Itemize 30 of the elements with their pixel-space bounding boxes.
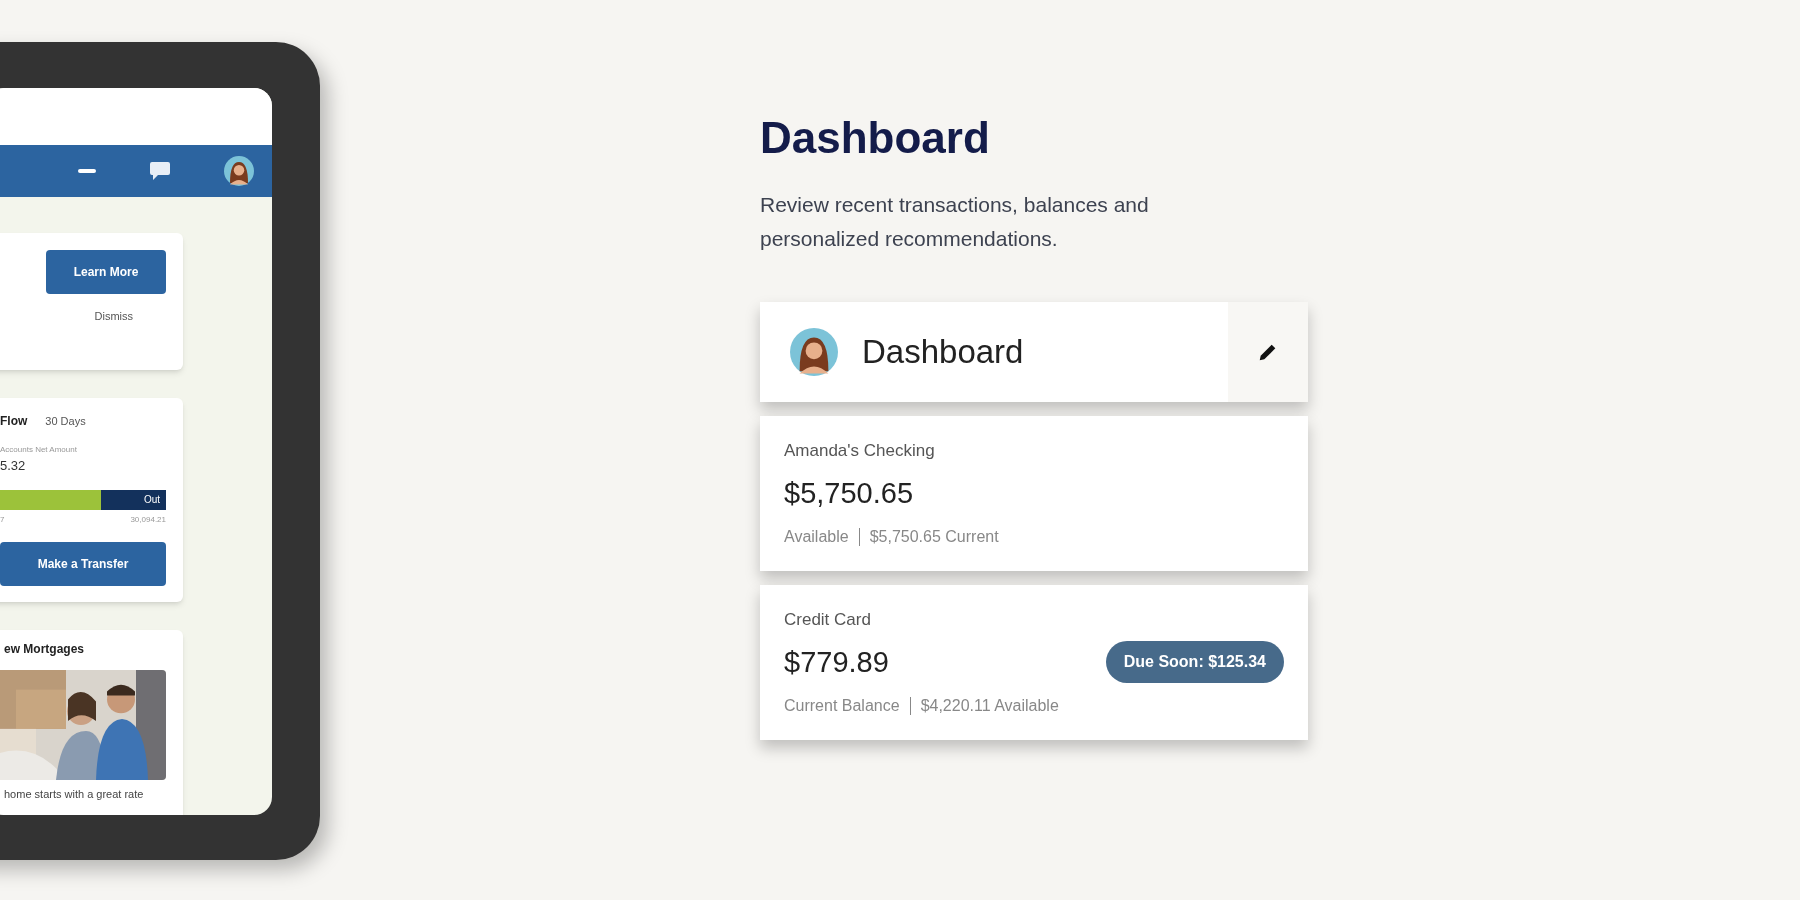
account-name: Credit Card	[784, 609, 872, 631]
menu-icon[interactable]	[78, 169, 96, 173]
chat-icon[interactable]	[148, 160, 172, 182]
card-title: ew Mortgages	[4, 640, 85, 658]
out-label: Out	[143, 492, 161, 507]
account-name: Amanda's Checking	[784, 440, 936, 462]
avatar-icon	[224, 156, 254, 186]
net-amount-label: Accounts Net Amount	[0, 444, 78, 456]
due-badge: Due Soon: $125.34	[1105, 641, 1284, 684]
learn-more-button[interactable]: Learn More	[46, 250, 166, 294]
widget-title: Dashboard	[862, 332, 1024, 373]
balance-detail: Current Balance	[784, 696, 900, 716]
balance-detail: Available	[784, 527, 849, 547]
net-amount-value: 5.32	[0, 457, 27, 475]
bar-min-value: 7	[0, 513, 5, 526]
page-title: Dashboard	[760, 116, 991, 160]
card-title: Flow	[0, 413, 28, 430]
account-card[interactable]: Credit Card $779.89 Due Soon: $125.34 Current Balance $4,220.11 Available	[760, 585, 1308, 740]
page-description: Review recent transactions, balances and personalized recommendations.	[760, 192, 1150, 252]
account-balance: $5,750.65	[784, 475, 913, 511]
account-balance: $779.89	[784, 644, 889, 680]
balance-detail: $5,750.65 Current	[869, 527, 999, 547]
bar-max-value: 30,094.21	[130, 513, 166, 526]
dismiss-link[interactable]: Dismiss	[94, 308, 133, 325]
make-transfer-button[interactable]: Make a Transfer	[0, 541, 166, 586]
period-label: 30 Days	[45, 414, 86, 429]
avatar-icon	[790, 328, 838, 376]
account-card[interactable]: Amanda's Checking $5,750.65 Available $5,750.65 Current	[760, 416, 1308, 571]
card-caption: home starts with a great rate	[4, 786, 145, 802]
balance-detail: $4,220.11 Available	[920, 696, 1059, 716]
